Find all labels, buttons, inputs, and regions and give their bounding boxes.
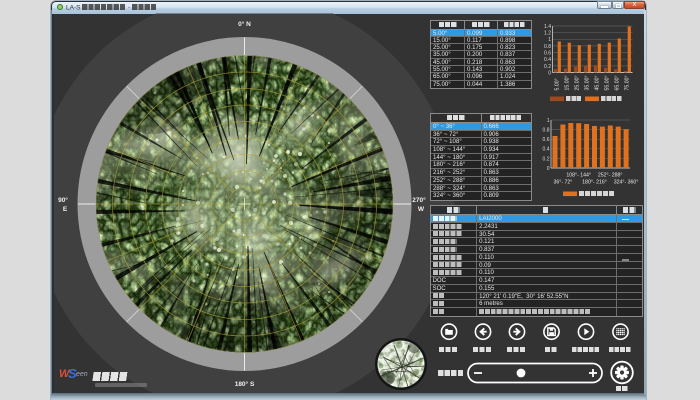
svg-text:36°- 72°: 36°- 72° [553,180,572,186]
svg-text:1.2: 1.2 [544,31,551,37]
svg-text:270°: 270° [412,196,426,204]
svg-text:0.2: 0.2 [544,64,551,70]
svg-text:0.4: 0.4 [544,57,551,63]
svg-text:0: 0 [547,166,550,172]
svg-text:324°- 360°: 324°- 360° [614,180,639,186]
svg-text:45.00°: 45.00° [595,75,601,90]
svg-text:35.00°: 35.00° [585,75,591,90]
svg-text:75.00°: 75.00° [625,75,631,90]
svg-text:65.00°: 65.00° [615,75,621,90]
svg-text:108°- 144°: 108°- 144° [566,173,591,179]
svg-text:0.8: 0.8 [544,44,551,50]
svg-text:25.00°: 25.00° [575,75,581,90]
svg-text:0.8: 0.8 [543,128,550,134]
svg-text:W: W [418,206,425,213]
svg-text:0.6: 0.6 [544,51,551,57]
svg-text:180° S: 180° S [235,380,255,388]
svg-text:15.00°: 15.00° [565,75,571,90]
svg-text:55.00°: 55.00° [605,75,611,90]
svg-text:0.2: 0.2 [543,156,550,162]
svg-text:5.00°: 5.00° [555,78,561,90]
svg-text:90°: 90° [58,196,68,204]
svg-text:180°- 216°: 180°- 216° [582,180,607,186]
svg-text:252°- 288°: 252°- 288° [598,173,623,179]
svg-text:E: E [63,206,68,213]
svg-text:0: 0 [548,70,551,76]
svg-text:1: 1 [547,118,550,124]
svg-text:0.4: 0.4 [543,147,550,153]
svg-text:1.4: 1.4 [544,24,551,30]
svg-text:0° N: 0° N [238,20,251,28]
svg-text:0.6: 0.6 [543,137,550,143]
svg-text:1: 1 [548,37,551,43]
